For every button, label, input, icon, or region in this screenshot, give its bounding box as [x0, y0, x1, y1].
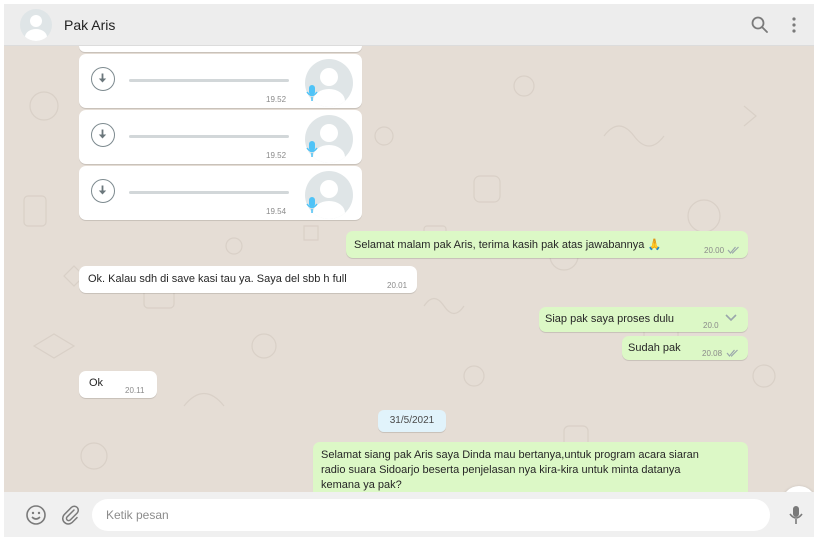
message-time: 20.01 [387, 281, 408, 290]
outgoing-message[interactable]: Siap pak saya proses dulu 20.0 [539, 307, 748, 332]
message-time: 19.54 [266, 207, 287, 216]
message-composer [4, 492, 814, 537]
message-input[interactable] [92, 499, 746, 531]
download-icon[interactable] [91, 179, 115, 203]
double-check-icon [727, 244, 741, 258]
emoji-icon[interactable] [24, 503, 48, 527]
voice-message[interactable]: 19.52 [79, 110, 362, 164]
voice-message-partial[interactable] [79, 46, 362, 52]
download-icon[interactable] [91, 67, 115, 91]
search-icon[interactable] [748, 13, 772, 37]
mic-icon [305, 140, 319, 158]
contact-name[interactable]: Pak Aris [64, 17, 115, 33]
double-check-icon [726, 347, 740, 361]
attach-icon[interactable] [58, 503, 82, 527]
mic-icon [305, 196, 319, 214]
avatar[interactable] [20, 9, 52, 41]
message-time: 19.52 [266, 95, 287, 104]
message-text: Sudah pak [628, 342, 681, 354]
message-text-line: kemana ya pak? [321, 479, 402, 491]
menu-icon[interactable] [782, 13, 806, 37]
message-time: 20.08 [702, 349, 723, 358]
message-text: Siap pak saya proses dulu [545, 313, 675, 325]
message-text: Ok [89, 377, 104, 389]
incoming-message[interactable]: Ok. Kalau sdh di save kasi tau ya. Saya … [79, 266, 417, 293]
audio-progress-track[interactable] [129, 79, 289, 82]
mic-icon[interactable] [784, 503, 808, 527]
incoming-message[interactable]: Ok 20.11 [79, 371, 157, 398]
download-icon[interactable] [91, 123, 115, 147]
message-text: Selamat malam pak Aris, terima kasih pak… [354, 239, 662, 251]
message-time: 20.00 [704, 246, 725, 255]
message-time: 19.52 [266, 151, 287, 160]
voice-message[interactable]: 19.54 [79, 166, 362, 220]
audio-progress-track[interactable] [129, 135, 289, 138]
outgoing-message[interactable]: Selamat siang pak Aris saya Dinda mau be… [313, 442, 748, 492]
outgoing-message[interactable]: Selamat malam pak Aris, terima kasih pak… [346, 231, 748, 258]
message-text-line: Selamat siang pak Aris saya Dinda mau be… [321, 449, 699, 461]
message-time: 20.0 [703, 321, 719, 330]
voice-message[interactable]: 19.52 [79, 54, 362, 108]
date-divider: 31/5/2021 [378, 410, 446, 432]
message-input-container[interactable] [92, 499, 770, 531]
chevron-down-icon[interactable] [724, 312, 738, 327]
message-text: Ok. Kalau sdh di save kasi tau ya. Saya … [88, 273, 347, 285]
audio-progress-track[interactable] [129, 191, 289, 194]
message-text-line: radio suara Sidoarjo beserta penjelasan … [321, 464, 681, 476]
message-time: 20.11 [125, 386, 145, 395]
whatsapp-web-window: Pak Aris 19.52 19.52 19.54 Selamat malam… [0, 0, 814, 537]
chat-header: Pak Aris [4, 4, 814, 46]
mic-icon [305, 84, 319, 102]
chat-panel[interactable]: 19.52 19.52 19.54 Selamat malam pak Aris… [4, 46, 814, 492]
outgoing-message[interactable]: Sudah pak 20.08 [622, 336, 748, 360]
